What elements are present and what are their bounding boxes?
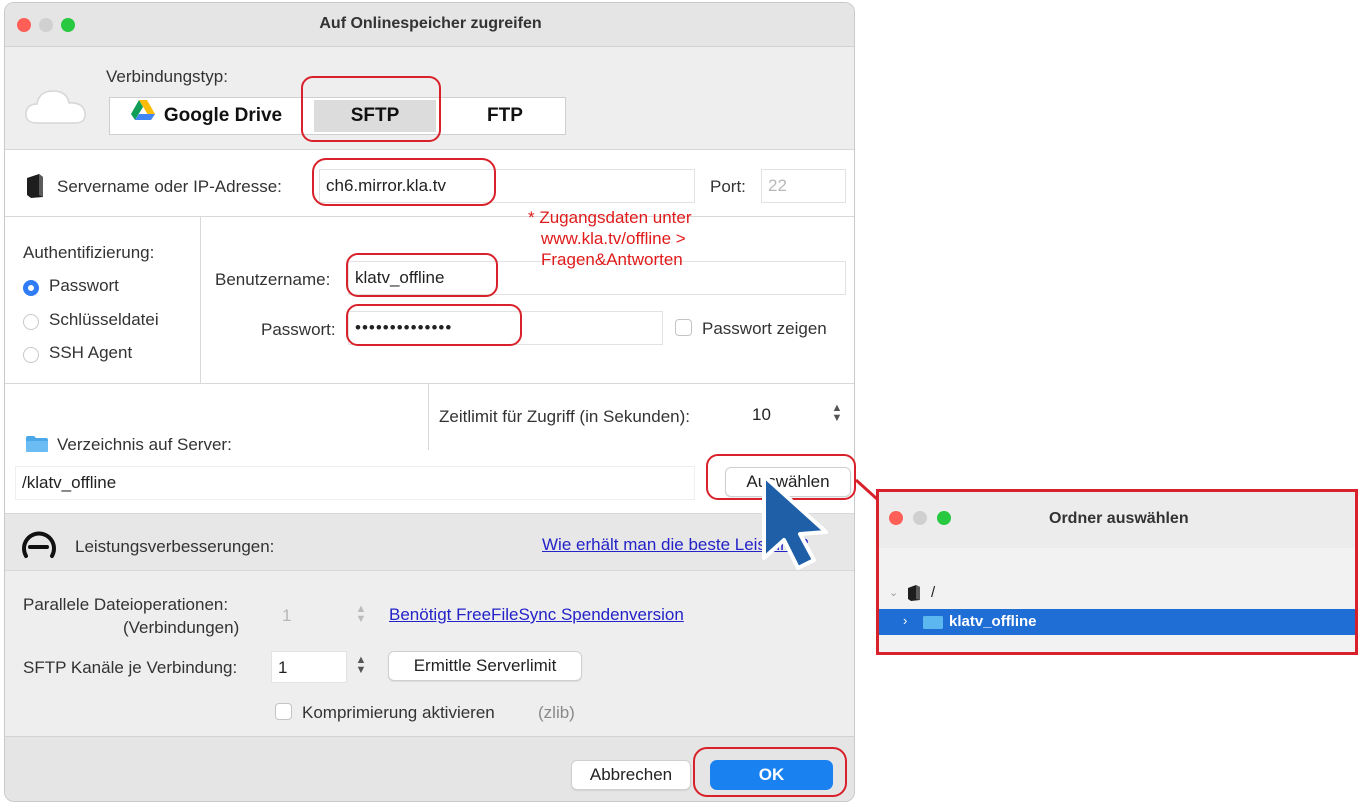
keyfile-auth-radio[interactable] bbox=[23, 314, 39, 330]
password-input[interactable]: •••••••••••••• bbox=[348, 311, 663, 345]
enable-compression-label: Komprimierung aktivieren bbox=[302, 703, 495, 722]
folder-dialog-title: Ordner auswählen bbox=[1049, 510, 1189, 527]
timeout-stepper[interactable]: ▲ ▼ bbox=[831, 403, 843, 424]
folder-dialog-title-bar: Ordner auswählen bbox=[879, 492, 1355, 548]
connection-type-label: Verbindungstyp: bbox=[106, 67, 228, 86]
server-name-label: Servername oder IP-Adresse: bbox=[57, 177, 282, 196]
google-drive-icon bbox=[130, 98, 156, 134]
chevron-right-icon[interactable]: › bbox=[903, 613, 907, 628]
access-online-storage-dialog: Auf Onlinespeicher zugreifen Verbindungs… bbox=[4, 2, 855, 802]
ssh-agent-auth-radio[interactable] bbox=[23, 347, 39, 363]
credentials-hint-line-3: Fragen&Antworten bbox=[541, 250, 683, 269]
sftp-channels-input[interactable]: 1 bbox=[271, 651, 347, 683]
timeout-input[interactable]: 10 bbox=[745, 398, 819, 432]
password-auth-radio[interactable] bbox=[23, 280, 39, 296]
speedometer-icon bbox=[21, 530, 57, 560]
folder-icon bbox=[25, 435, 49, 453]
username-label: Benutzername: bbox=[215, 270, 331, 289]
parallel-operations-label: Parallele Dateioperationen: bbox=[23, 595, 229, 614]
credentials-hint-line-2: www.kla.tv/offline > bbox=[541, 229, 686, 248]
cancel-button[interactable]: Abbrechen bbox=[571, 760, 691, 790]
selected-folder-label: klatv_offline bbox=[949, 613, 1037, 630]
divider bbox=[5, 383, 854, 384]
timeout-label: Zeitlimit für Zugriff (in Sekunden): bbox=[439, 407, 690, 426]
ok-button[interactable]: OK bbox=[710, 760, 833, 790]
mouse-pointer-icon bbox=[762, 474, 828, 570]
sftp-label: SFTP bbox=[350, 105, 400, 126]
google-drive-option[interactable]: Google Drive bbox=[110, 98, 302, 134]
ssh-agent-auth-label: SSH Agent bbox=[49, 343, 133, 362]
sftp-option[interactable]: SFTP bbox=[314, 100, 436, 132]
password-auth-label: Passwort bbox=[49, 276, 119, 295]
directory-input[interactable]: /klatv_offline bbox=[15, 466, 695, 500]
password-label: Passwort: bbox=[261, 320, 336, 339]
show-password-checkbox[interactable] bbox=[675, 319, 692, 336]
title-bar: Auf Onlinespeicher zugreifen bbox=[5, 3, 854, 47]
authentication-label: Authentifizierung: bbox=[23, 243, 155, 262]
chevron-down-icon[interactable]: ⌄ bbox=[889, 586, 898, 599]
cloud-icon bbox=[23, 81, 89, 129]
close-window-button[interactable] bbox=[889, 511, 903, 525]
compression-suffix: (zlib) bbox=[538, 703, 575, 722]
ftp-option[interactable]: FTP bbox=[444, 98, 566, 134]
choose-folder-dialog: Ordner auswählen ⌄ / › klatv_offline bbox=[876, 489, 1358, 655]
credentials-hint-line-1: * Zugangsdaten unter bbox=[528, 208, 692, 227]
sftp-channels-label: SFTP Kanäle je Verbindung: bbox=[23, 658, 238, 677]
zoom-window-button[interactable] bbox=[937, 511, 951, 525]
enable-compression-checkbox[interactable] bbox=[275, 703, 292, 720]
connection-type-segmented-control: Google Drive SFTP FTP bbox=[109, 97, 566, 135]
show-password-label: Passwort zeigen bbox=[702, 319, 827, 338]
divider bbox=[200, 217, 201, 383]
directory-label: Verzeichnis auf Server: bbox=[57, 435, 232, 454]
server-icon bbox=[907, 584, 921, 602]
folder-icon bbox=[923, 615, 943, 629]
detect-server-limit-button[interactable]: Ermittle Serverlimit bbox=[388, 651, 582, 681]
keyfile-auth-label: Schlüsseldatei bbox=[49, 310, 159, 329]
divider bbox=[428, 384, 429, 450]
google-drive-label: Google Drive bbox=[163, 105, 283, 127]
server-name-input[interactable]: ch6.mirror.kla.tv bbox=[319, 169, 695, 203]
selected-folder-row[interactable]: › klatv_offline bbox=[879, 609, 1355, 635]
sftp-channels-stepper[interactable]: ▲ ▼ bbox=[355, 655, 367, 676]
window-title: Auf Onlinespeicher zugreifen bbox=[319, 15, 542, 32]
port-label: Port: bbox=[710, 177, 746, 196]
divider bbox=[5, 570, 854, 571]
donation-version-link[interactable]: Benötigt FreeFileSync Spendenversion bbox=[389, 605, 684, 625]
ftp-label: FTP bbox=[487, 105, 523, 126]
root-folder-label[interactable]: / bbox=[931, 584, 935, 601]
server-icon bbox=[25, 173, 45, 199]
performance-label: Leistungsverbesserungen: bbox=[75, 537, 275, 556]
parallel-operations-sublabel: (Verbindungen) bbox=[123, 618, 240, 637]
divider bbox=[5, 216, 854, 217]
parallel-operations-stepper: ▲ ▼ bbox=[355, 603, 367, 625]
port-input[interactable]: 22 bbox=[761, 169, 846, 203]
parallel-operations-input: 1 bbox=[275, 599, 345, 631]
minimize-window-button[interactable] bbox=[913, 511, 927, 525]
